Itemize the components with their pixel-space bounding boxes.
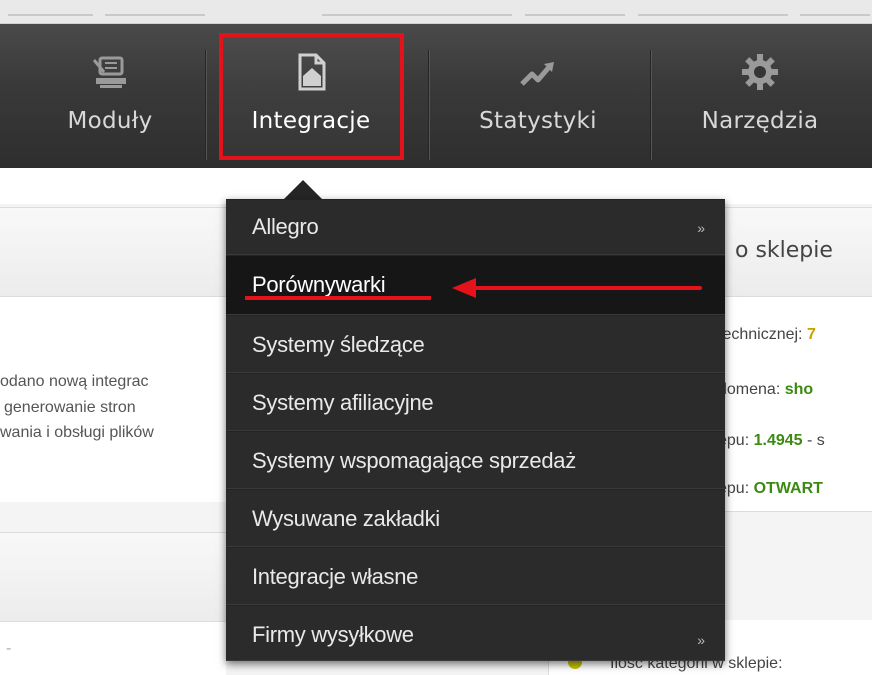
main-navbar: Moduły Integracje Statystyki Narzędzia — [0, 24, 872, 168]
submenu-chevron-icon: » — [697, 220, 705, 236]
info-label: technicznej: — [718, 326, 803, 343]
integration-icon — [291, 52, 331, 92]
left-panel2-body — [0, 622, 226, 675]
nav-item-statistics[interactable]: Statystyki — [448, 24, 628, 168]
submenu-chevron-icon: » — [697, 632, 705, 648]
info-line-version: epu: 1.4945 - s — [718, 432, 825, 450]
top-tab[interactable] — [638, 6, 788, 16]
left-panel-line: wania i obsługi plików — [0, 424, 154, 441]
nav-item-tools[interactable]: Narzędzia — [670, 24, 850, 168]
left-panel2-text: - — [6, 640, 12, 657]
left-panel-line: generowanie stron — [4, 399, 136, 416]
info-suffix: - s — [806, 432, 825, 449]
menu-item-label: Allegro — [252, 214, 319, 239]
menu-item-label: Systemy afiliacyjne — [252, 390, 434, 415]
nav-label: Integracje — [251, 108, 371, 134]
menu-item-custom-integrations[interactable]: Integracje własne — [226, 547, 725, 605]
nav-divider — [205, 50, 206, 160]
menu-item-slide-out-tabs[interactable]: Wysuwane zakładki — [226, 489, 725, 547]
left-panel-line: odano nową integrac — [0, 373, 149, 390]
right-panel-title: o sklepie — [735, 238, 833, 263]
menu-item-sales-support-systems[interactable]: Systemy wspomagające sprzedaż — [226, 431, 725, 489]
info-label: domena: — [718, 381, 781, 398]
menu-item-label: Systemy śledzące — [252, 332, 425, 357]
info-line-status: epu: OTWART — [718, 480, 823, 498]
info-value: 1.4945 — [753, 432, 803, 449]
top-tab[interactable] — [322, 6, 512, 16]
menu-item-label: Integracje własne — [252, 564, 419, 589]
top-tab[interactable] — [105, 6, 205, 16]
info-line-technical: technicznej: 7 — [718, 326, 816, 344]
left-panel-header — [0, 207, 226, 297]
annotation-underline — [245, 296, 431, 300]
menu-item-label: Firmy wysyłkowe — [252, 622, 414, 647]
nav-label: Statystyki — [479, 108, 597, 134]
nav-item-modules[interactable]: Moduły — [30, 24, 190, 168]
left-panel2-header — [0, 532, 226, 622]
annotation-arrow-line — [470, 286, 702, 290]
top-tabs-strip — [0, 0, 872, 24]
nav-item-integrations[interactable]: Integracje — [226, 24, 396, 168]
nav-divider — [650, 50, 651, 160]
info-value: OTWART — [753, 480, 823, 497]
menu-item-shipping-companies[interactable]: Firmy wysyłkowe » — [226, 605, 725, 661]
menu-item-label: Wysuwane zakładki — [252, 506, 440, 531]
top-tab[interactable] — [800, 6, 870, 16]
integrations-dropdown-menu: Allegro » Porównywarki Systemy śledzące … — [226, 199, 725, 661]
nav-divider — [428, 50, 429, 160]
dropdown-caret — [283, 180, 323, 200]
nav-label: Narzędzia — [701, 108, 819, 134]
top-tab[interactable] — [8, 6, 93, 16]
info-line-domain: domena: sho — [718, 381, 813, 399]
gear-icon — [740, 52, 780, 92]
info-value: 7 — [806, 326, 816, 343]
nav-label: Moduły — [67, 108, 153, 134]
info-value[interactable]: sho — [785, 381, 813, 398]
chart-trend-icon — [518, 52, 558, 92]
menu-item-label: Porównywarki — [252, 272, 386, 297]
menu-item-affiliate-systems[interactable]: Systemy afiliacyjne — [226, 373, 725, 431]
top-tab[interactable] — [525, 6, 625, 16]
menu-item-allegro[interactable]: Allegro » — [226, 199, 725, 255]
menu-item-tracking-systems[interactable]: Systemy śledzące — [226, 315, 725, 373]
modules-icon — [90, 52, 130, 92]
menu-item-label: Systemy wspomagające sprzedaż — [252, 448, 576, 473]
